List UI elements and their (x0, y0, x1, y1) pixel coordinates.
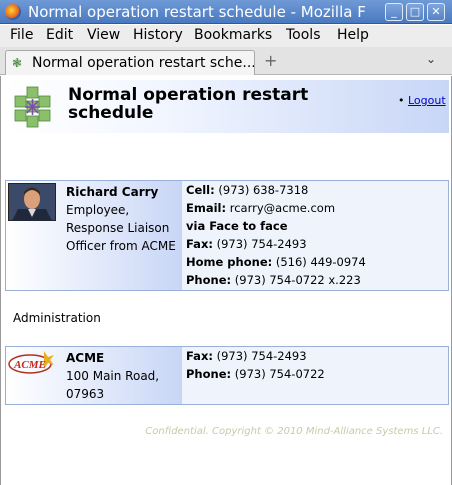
home-phone-label: Home phone: (186, 255, 273, 269)
organization-card: ACME ACME 100 Main Road, 07963 Fax: (973… (5, 346, 449, 405)
page-content: Normal operation restart schedule • Logo… (0, 76, 452, 485)
close-button[interactable]: ✕ (427, 3, 445, 21)
phone-label: Phone: (186, 367, 232, 381)
menu-view[interactable]: View (87, 27, 120, 43)
contact-card: Richard Carry Employee, Response Liaison… (5, 180, 449, 291)
organization-phone: Phone: (973) 754-0722 (186, 367, 325, 381)
email-label: Email: (186, 201, 227, 215)
contact-home-phone: Home phone: (516) 449-0974 (186, 255, 366, 269)
page-header: Normal operation restart schedule • Logo… (5, 80, 449, 133)
minimize-button[interactable]: _ (385, 3, 403, 21)
logout-item: • Logout (398, 94, 446, 107)
contact-name: Richard Carry (66, 185, 159, 199)
page-title: Normal operation restart schedule (68, 85, 309, 123)
contact-phone: Phone: (973) 754-0722 x.223 (186, 273, 361, 287)
contact-role-line: Officer from ACME (66, 239, 176, 253)
list-all-tabs-icon[interactable]: ⌄ (426, 52, 436, 66)
bullet-icon: • (398, 94, 405, 107)
contact-email: Email: rcarry@acme.com (186, 201, 335, 215)
acme-logo-icon: ACME (8, 351, 54, 374)
new-tab-button[interactable]: + (264, 51, 277, 70)
cell-value: (973) 638-7318 (218, 183, 309, 197)
organization-address-line: 100 Main Road, (66, 369, 160, 383)
menu-help[interactable]: Help (337, 27, 369, 43)
tab-bar: ❃ Normal operation restart sche... + ⌄ (0, 47, 452, 75)
copyright-footer: Confidential. Copyright © 2010 Mind-Alli… (145, 426, 443, 437)
fax-value: (973) 754-2493 (216, 349, 307, 363)
firefox-icon (5, 4, 21, 20)
home-phone-value: (516) 449-0974 (275, 255, 366, 269)
phone-label: Phone: (186, 273, 232, 287)
contact-fax: Fax: (973) 754-2493 (186, 237, 307, 251)
window-titlebar: Normal operation restart schedule - Mozi… (0, 0, 452, 24)
contact-cell: Cell: (973) 638-7318 (186, 183, 308, 197)
phone-value: (973) 754-0722 x.223 (234, 273, 361, 287)
menu-bar: File Edit View History Bookmarks Tools H… (0, 25, 452, 47)
window-title: Normal operation restart schedule - Mozi… (28, 3, 366, 21)
organization-name: ACME (66, 351, 105, 365)
contact-details: Cell: (973) 638-7318 Email: rcarry@acme.… (181, 181, 448, 290)
contact-photo (8, 183, 56, 221)
acme-logo-text: ACME (13, 359, 46, 371)
menu-edit[interactable]: Edit (46, 27, 73, 43)
tab-active[interactable]: ❃ Normal operation restart sche... (5, 50, 255, 75)
logout-link[interactable]: Logout (408, 94, 446, 107)
organization-fax: Fax: (973) 754-2493 (186, 349, 307, 363)
page-favicon-icon: ❃ (12, 56, 23, 70)
fax-label: Fax: (186, 237, 213, 251)
menu-history[interactable]: History (133, 27, 183, 43)
menu-file[interactable]: File (10, 27, 33, 43)
email-value: rcarry@acme.com (229, 201, 336, 215)
organization-summary: ACME ACME 100 Main Road, 07963 (6, 347, 181, 404)
menu-tools[interactable]: Tools (286, 27, 321, 43)
organization-address-line: 07963 (66, 387, 105, 401)
section-label: Administration (13, 311, 101, 325)
organization-details: Fax: (973) 754-2493 Phone: (973) 754-072… (181, 347, 448, 404)
contact-via: via Face to face (186, 219, 288, 233)
menu-bookmarks[interactable]: Bookmarks (194, 27, 272, 43)
contact-role-line: Response Liaison (66, 221, 170, 235)
fax-value: (973) 754-2493 (216, 237, 307, 251)
contact-role-line: Employee, (66, 203, 130, 217)
mind-alliance-logo-icon (14, 86, 51, 128)
tab-label: Normal operation restart sche... (32, 55, 254, 71)
maximize-button[interactable]: □ (406, 3, 424, 21)
fax-label: Fax: (186, 349, 213, 363)
contact-summary: Richard Carry Employee, Response Liaison… (6, 181, 181, 290)
cell-label: Cell: (186, 183, 215, 197)
phone-value: (973) 754-0722 (234, 367, 325, 381)
